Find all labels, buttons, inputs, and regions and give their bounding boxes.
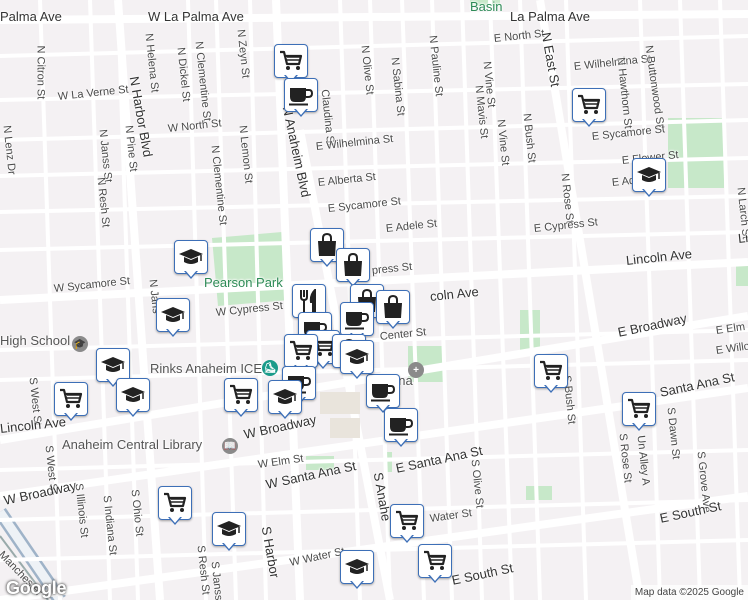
graduation-cap-icon bbox=[174, 240, 208, 274]
google-logo: Google bbox=[6, 578, 67, 598]
street-label-lincoln-edge: Li bbox=[737, 229, 748, 246]
shopping-bag-icon bbox=[376, 290, 410, 324]
shopping-bag-icon bbox=[336, 248, 370, 282]
graduation-cap-marker[interactable] bbox=[116, 378, 150, 420]
shopping-cart-marker[interactable] bbox=[534, 354, 568, 396]
graduation-cap-marker[interactable] bbox=[156, 298, 190, 340]
coffee-cup-marker[interactable] bbox=[384, 408, 418, 450]
graduation-cap-icon bbox=[156, 298, 190, 332]
street-label-high-school: High School bbox=[0, 333, 71, 348]
map-attribution[interactable]: Map data ©2025 Google bbox=[630, 585, 748, 600]
shopping-cart-icon bbox=[274, 44, 308, 78]
street-label-basin: Basin bbox=[470, 0, 503, 14]
shopping-cart-marker[interactable] bbox=[54, 382, 88, 424]
shopping-cart-icon bbox=[54, 382, 88, 416]
graduation-cap-icon bbox=[340, 550, 374, 584]
street-label-anaheim-central-library: Anaheim Central Library bbox=[62, 437, 203, 452]
coffee-cup-marker[interactable] bbox=[284, 78, 318, 120]
street-label-rinks-anaheim-ice: Rinks Anaheim ICE bbox=[150, 361, 262, 376]
shopping-cart-icon bbox=[224, 378, 258, 412]
shopping-cart-icon bbox=[418, 544, 452, 578]
shopping-cart-marker[interactable] bbox=[418, 544, 452, 586]
arena-poi-icon[interactable]: + bbox=[408, 362, 424, 378]
shopping-bag-marker[interactable] bbox=[376, 290, 410, 332]
coffee-cup-icon bbox=[284, 78, 318, 112]
coffee-cup-icon bbox=[340, 302, 374, 336]
street-label-w-la-palma-ave: W La Palma Ave bbox=[148, 9, 244, 24]
graduation-cap-icon bbox=[116, 378, 150, 412]
shopping-cart-marker[interactable] bbox=[158, 486, 192, 528]
graduation-cap-icon bbox=[340, 340, 374, 374]
map-canvas[interactable]: W La Palma Ave La Palma Ave Palma Ave N Cit… bbox=[0, 0, 748, 600]
graduation-cap-icon bbox=[212, 512, 246, 546]
graduation-cap-icon bbox=[632, 158, 666, 192]
library-poi-icon[interactable]: 📖 bbox=[222, 438, 238, 454]
coffee-cup-icon bbox=[384, 408, 418, 442]
shopping-cart-icon bbox=[284, 334, 318, 368]
shopping-cart-icon bbox=[534, 354, 568, 388]
graduation-cap-marker[interactable] bbox=[340, 340, 374, 382]
shopping-cart-icon bbox=[158, 486, 192, 520]
shopping-cart-marker[interactable] bbox=[622, 392, 656, 434]
shopping-cart-icon bbox=[390, 504, 424, 538]
graduation-cap-marker[interactable] bbox=[340, 550, 374, 592]
street-label-n-citron-st: N Citron St bbox=[34, 45, 47, 100]
street-label-pearson-park: Pearson Park bbox=[204, 275, 283, 290]
graduation-cap-marker[interactable] bbox=[268, 380, 302, 422]
shopping-cart-marker[interactable] bbox=[572, 88, 606, 130]
graduation-cap-marker[interactable] bbox=[174, 240, 208, 282]
school-poi-icon[interactable]: 🎓 bbox=[72, 336, 88, 352]
shopping-cart-icon bbox=[622, 392, 656, 426]
graduation-cap-marker[interactable] bbox=[632, 158, 666, 200]
shopping-cart-marker[interactable] bbox=[224, 378, 258, 420]
graduation-cap-icon bbox=[268, 380, 302, 414]
ice-rink-poi-icon[interactable]: ⛸ bbox=[262, 360, 278, 376]
street-label-la-palma-ave-east: La Palma Ave bbox=[510, 9, 590, 24]
shopping-cart-marker[interactable] bbox=[390, 504, 424, 546]
graduation-cap-marker[interactable] bbox=[212, 512, 246, 554]
shopping-cart-icon bbox=[572, 88, 606, 122]
street-label-la-palma-ave-west: Palma Ave bbox=[0, 9, 62, 24]
graduation-cap-icon bbox=[96, 348, 130, 382]
